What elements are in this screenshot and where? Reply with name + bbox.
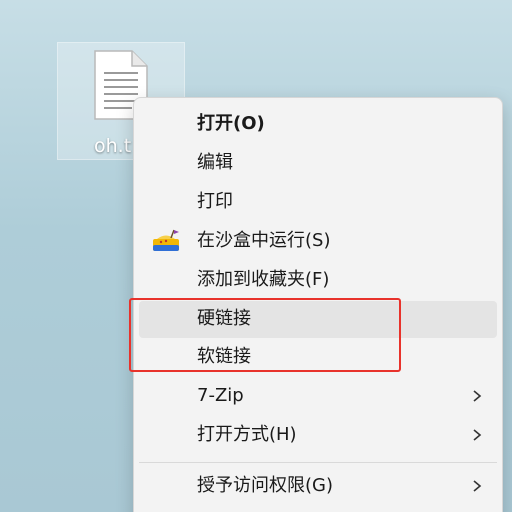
sandbox-icon <box>153 229 179 251</box>
menu-item-add-to-favorites[interactable]: 添加到收藏夹(F) <box>139 262 497 299</box>
menu-item-edit-label: 编辑 <box>197 152 233 173</box>
menu-item-7zip[interactable]: 7-Zip <box>139 378 497 415</box>
chevron-right-icon <box>473 480 482 492</box>
menu-item-7zip-label: 7-Zip <box>197 385 244 406</box>
menu-item-open[interactable]: 打开(O) <box>139 106 497 143</box>
menu-item-print-label: 打印 <box>197 191 233 212</box>
menu-item-run-in-sandbox[interactable]: 在沙盒中运行(S) <box>139 223 497 260</box>
chevron-right-icon <box>473 429 482 441</box>
menu-item-grant-access-label: 授予访问权限(G) <box>197 475 333 496</box>
menu-item-edit[interactable]: 编辑 <box>139 145 497 182</box>
menu-item-open-with[interactable]: 打开方式(H) <box>139 417 497 454</box>
menu-item-open-label: 打开(O) <box>197 113 265 134</box>
annotation-highlight-box <box>129 298 401 372</box>
chevron-right-icon <box>473 390 482 402</box>
menu-separator <box>139 462 497 463</box>
menu-item-grant-access[interactable]: 授予访问权限(G) <box>139 468 497 505</box>
menu-item-open-with-label: 打开方式(H) <box>197 424 297 445</box>
menu-item-print[interactable]: 打印 <box>139 184 497 221</box>
menu-item-add-to-favorites-label: 添加到收藏夹(F) <box>197 269 330 290</box>
menu-item-run-in-sandbox-label: 在沙盒中运行(S) <box>197 230 331 251</box>
file-name-label: oh.t <box>94 135 132 157</box>
